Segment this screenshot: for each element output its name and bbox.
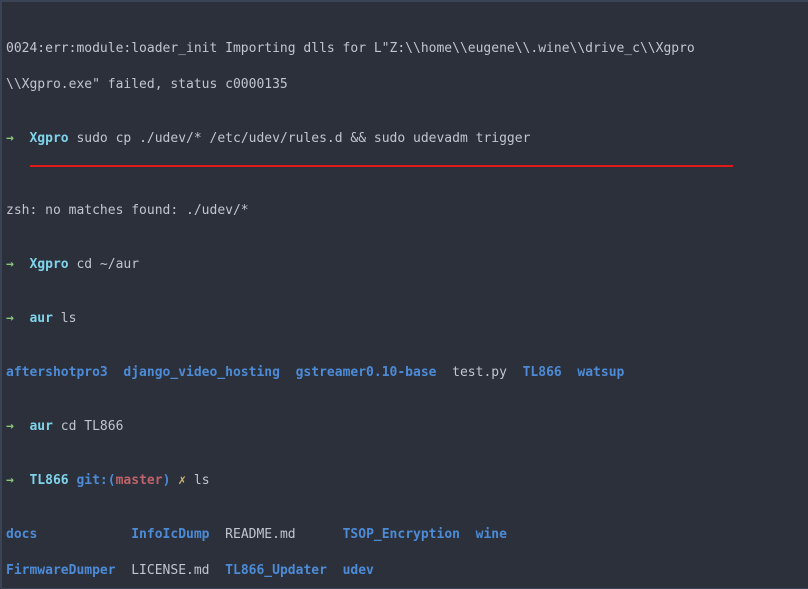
prompt-2: → Xgpro cd ~/aur (6, 256, 804, 274)
underline-1 (30, 165, 733, 167)
zsh-error: zsh: no matches found: ./udev/* (6, 203, 249, 218)
prompt-3: → aur ls (6, 310, 804, 328)
ls-tl-row2: FirmwareDumper LICENSE.md TL866_Updater … (6, 562, 804, 580)
terminal-output: 0024:err:module:loader_init Importing dl… (2, 2, 808, 589)
ls-aur: aftershotpro3 django_video_hosting gstre… (6, 364, 804, 382)
prompt-1: → Xgpro sudo cp ./udev/* /etc/udev/rules… (6, 130, 804, 166)
ls-tl-row1: docs InfoIcDump README.md TSOP_Encryptio… (6, 526, 804, 544)
prompt-4: → aur cd TL866 (6, 418, 804, 436)
error-line-2: \\Xgpro.exe" failed, status c0000135 (6, 77, 288, 92)
prompt-5: → TL866 git:(master) ✗ ls (6, 472, 804, 490)
error-line-1: 0024:err:module:loader_init Importing dl… (6, 41, 695, 56)
